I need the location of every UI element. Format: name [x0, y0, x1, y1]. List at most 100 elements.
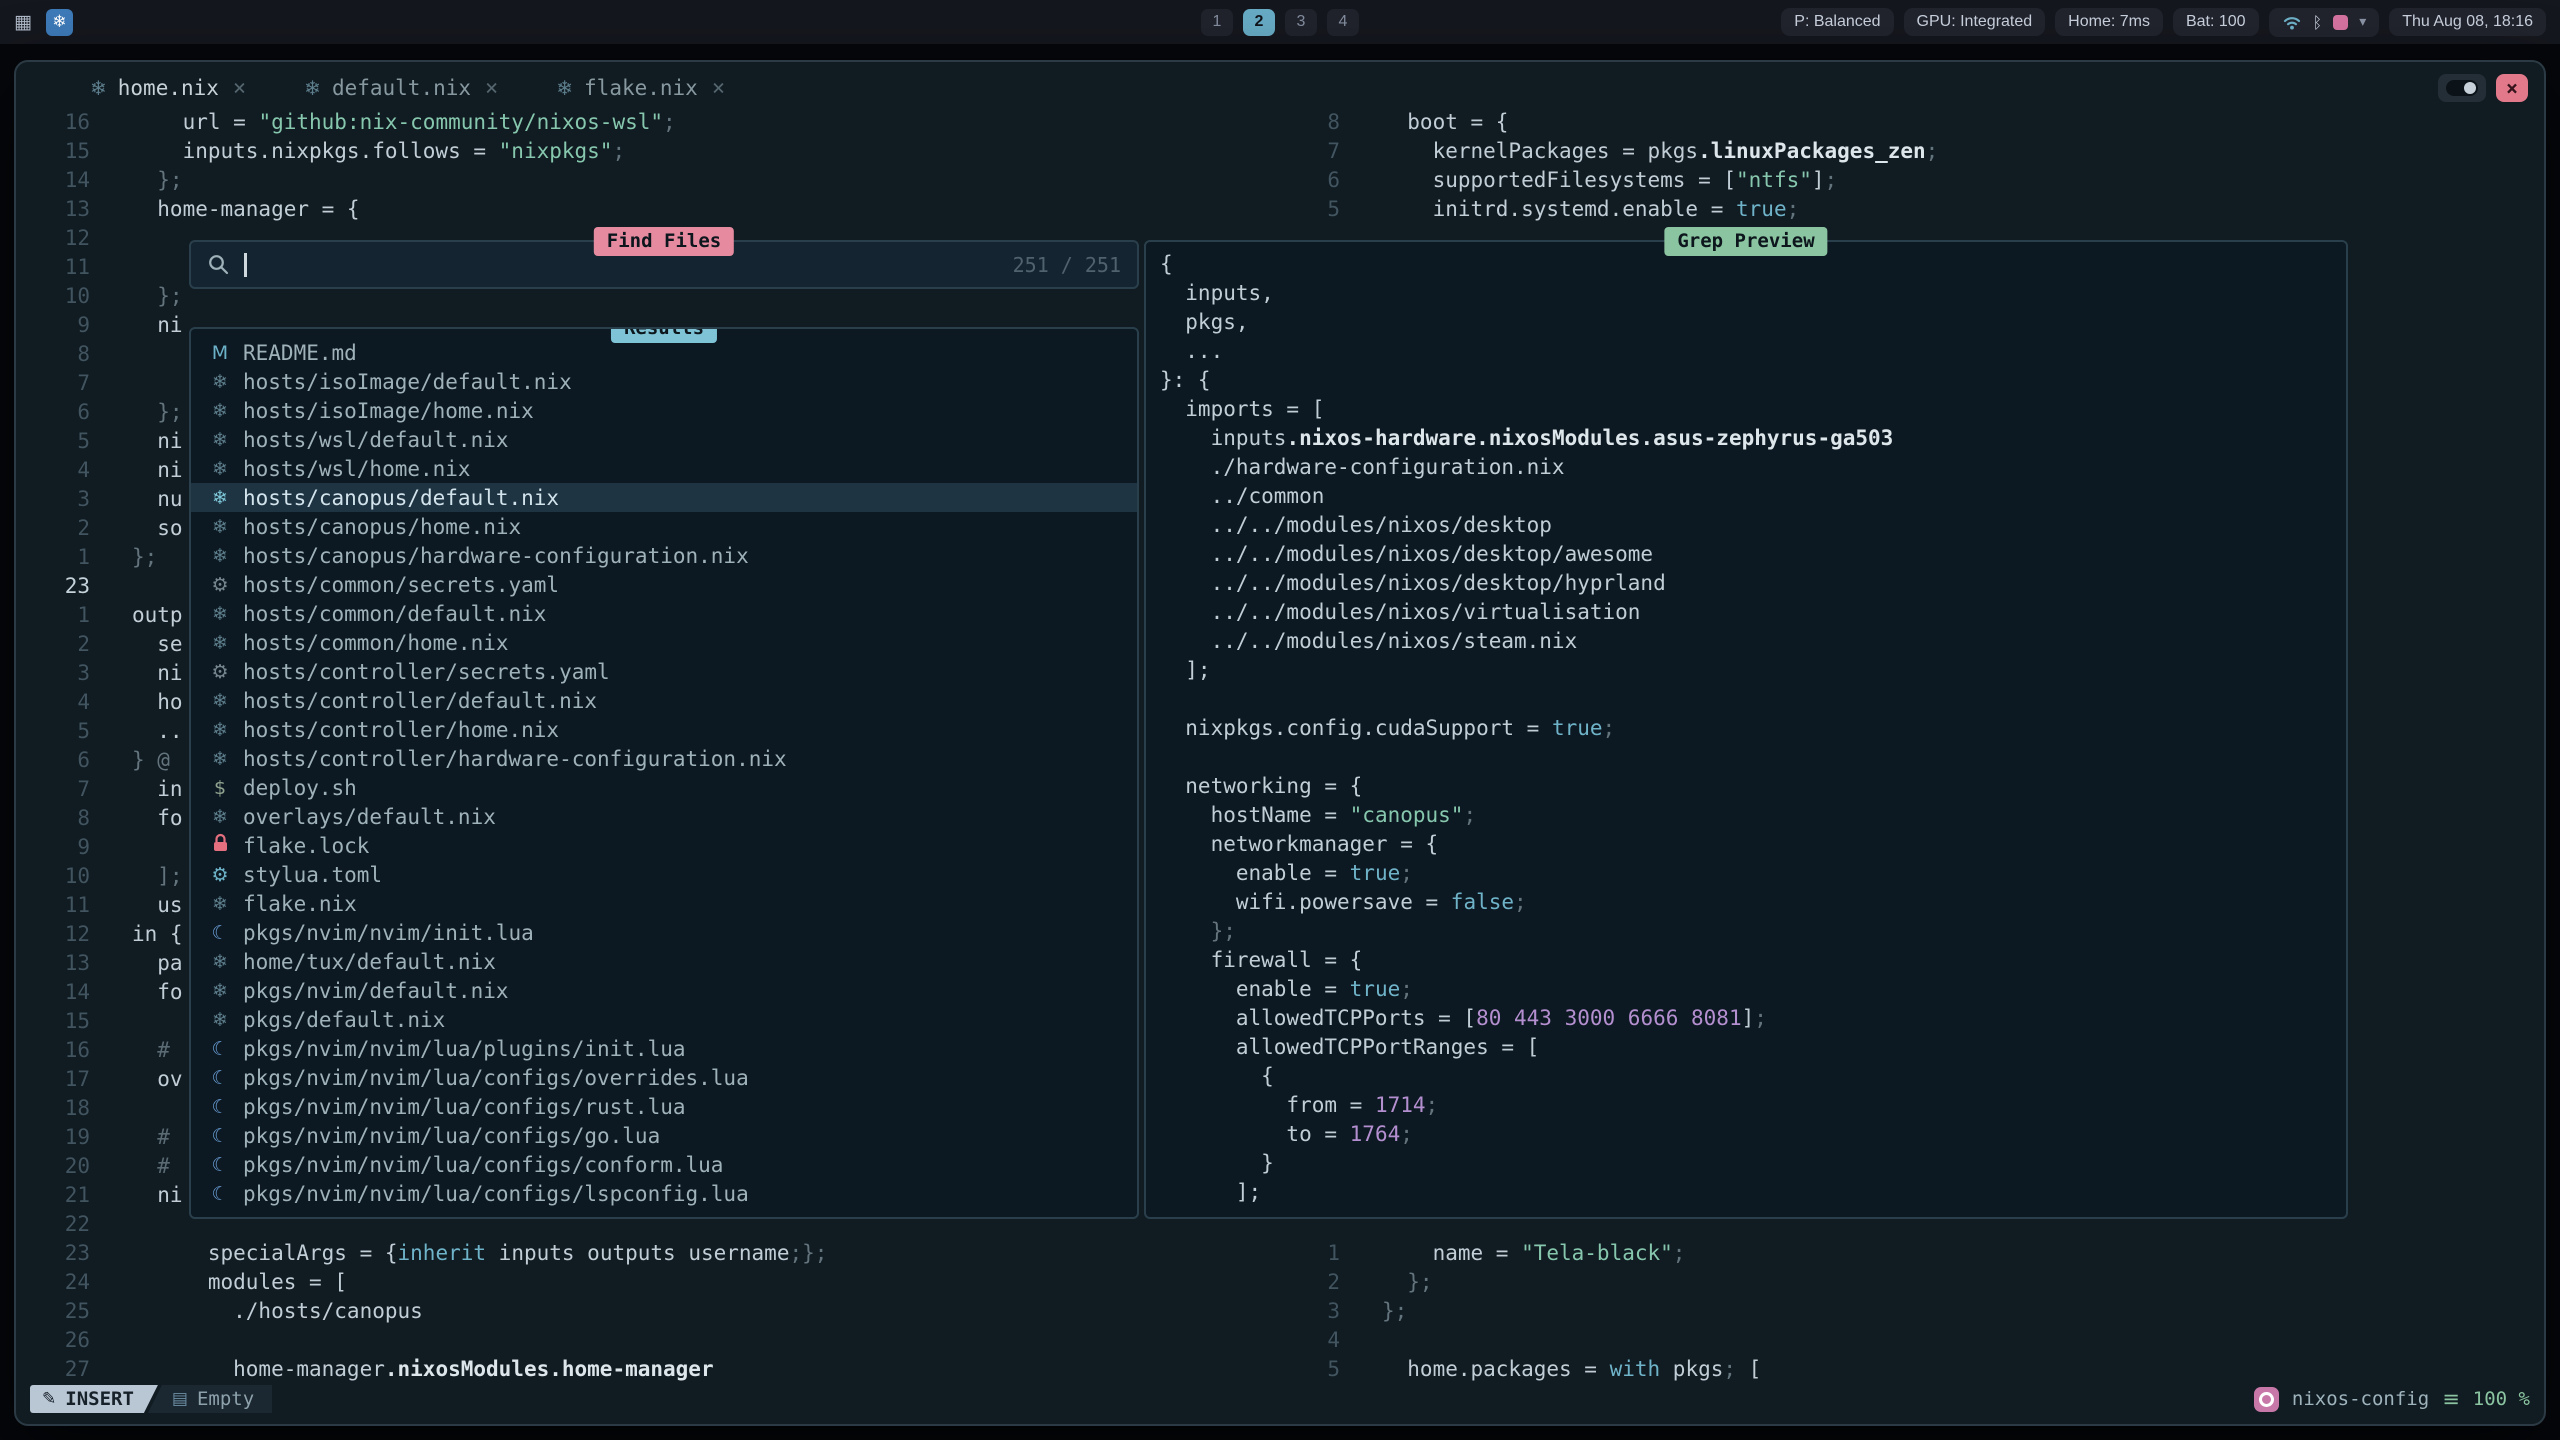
line-number: 13 — [16, 949, 112, 978]
result-row[interactable]: ☾ pkgs/nvim/nvim/lua/plugins/init.lua — [191, 1034, 1137, 1063]
result-row[interactable]: ❄ hosts/canopus/default.nix — [191, 483, 1137, 512]
tab-close-icon[interactable]: × — [712, 76, 725, 101]
preview-line: } — [1148, 1149, 2340, 1178]
distro-logo-icon[interactable]: ❄ — [46, 9, 73, 36]
preview-line-text: }: { — [1148, 366, 1211, 395]
result-row[interactable]: ☾ pkgs/nvim/nvim/lua/configs/overrides.l… — [191, 1063, 1137, 1092]
line-number: 15 — [16, 137, 112, 166]
code-text — [112, 1326, 132, 1355]
code-line[interactable]: 25 ./hosts/canopus — [16, 1297, 1278, 1326]
code-line[interactable]: 14 }; — [16, 166, 1278, 195]
code-line[interactable]: 16 url = "github:nix-community/nixos-wsl… — [16, 108, 1278, 137]
recorder-icon — [2333, 15, 2348, 30]
result-row[interactable]: ❄ hosts/canopus/hardware-configuration.n… — [191, 541, 1137, 570]
result-row[interactable]: ⚙ stylua.toml — [191, 860, 1137, 889]
code-line[interactable]: 13 home-manager = { — [16, 195, 1278, 224]
apps-grid-icon[interactable]: ▦ — [14, 11, 32, 33]
search-box[interactable]: Find Files 251 / 251 — [189, 240, 1139, 289]
result-row[interactable]: ❄ hosts/controller/home.nix — [191, 715, 1137, 744]
code-line[interactable]: 24 modules = [ — [16, 1268, 1278, 1297]
tab-close-icon[interactable]: × — [485, 76, 498, 101]
result-row[interactable]: ⚙ hosts/common/secrets.yaml — [191, 570, 1137, 599]
result-row[interactable]: $ deploy.sh — [191, 773, 1137, 802]
file-name: hosts/controller/home.nix — [243, 718, 559, 742]
workspace-button[interactable]: 2 — [1243, 9, 1275, 36]
editor-tab[interactable]: ❄ home.nix × — [90, 76, 246, 101]
result-row[interactable]: ❄ hosts/common/home.nix — [191, 628, 1137, 657]
result-row[interactable]: ☾ pkgs/nvim/nvim/init.lua — [191, 918, 1137, 947]
code-line[interactable]: 27 home-manager.nixosModules.home-manage… — [16, 1355, 1278, 1384]
window-controls: × — [2438, 74, 2528, 102]
result-row[interactable]: ☾ pkgs/nvim/nvim/lua/configs/conform.lua — [191, 1150, 1137, 1179]
result-row[interactable]: ❄ pkgs/default.nix — [191, 1005, 1137, 1034]
code-line[interactable]: 5 initrd.systemd.enable = true; — [1286, 195, 2544, 224]
result-row[interactable]: ❄ hosts/wsl/home.nix — [191, 454, 1137, 483]
file-type-icon: ❄ — [207, 458, 233, 480]
preview-line-text: ./hardware-configuration.nix — [1148, 453, 1565, 482]
result-row[interactable]: ❄ overlays/default.nix — [191, 802, 1137, 831]
code-line[interactable]: 15 inputs.nixpkgs.follows = "nixpkgs"; — [16, 137, 1278, 166]
window-close-button[interactable]: × — [2496, 74, 2528, 102]
result-row[interactable]: ☾ pkgs/nvim/nvim/lua/configs/go.lua — [191, 1121, 1137, 1150]
line-number: 12 — [16, 920, 112, 949]
tabline: ❄ home.nix × ❄ default.nix × ❄ flake.nix… — [16, 62, 2544, 108]
preview-line-text: enable = true; — [1148, 859, 1413, 888]
result-row[interactable]: ☾ pkgs/nvim/nvim/lua/configs/lspconfig.l… — [191, 1179, 1137, 1208]
result-row[interactable]: ☾ pkgs/nvim/nvim/lua/configs/rust.lua — [191, 1092, 1137, 1121]
file-type-icon — [207, 833, 233, 858]
result-row[interactable]: ❄ hosts/common/default.nix — [191, 599, 1137, 628]
result-row[interactable]: ❄ hosts/controller/default.nix — [191, 686, 1137, 715]
preview-line: { — [1148, 1062, 2340, 1091]
line-number: 19 — [16, 1123, 112, 1152]
code-line[interactable]: 23 specialArgs = {inherit inputs outputs… — [16, 1239, 1278, 1268]
lines-icon: ≡ — [2442, 1387, 2460, 1411]
editor-tab[interactable]: ❄ flake.nix × — [556, 76, 725, 101]
preview-line-text: networkmanager = { — [1148, 830, 1438, 859]
code-line[interactable]: 26 — [16, 1326, 1278, 1355]
result-row[interactable]: ❄ hosts/isoImage/home.nix — [191, 396, 1137, 425]
bar-module: P: Balanced — [1781, 8, 1893, 36]
code-line[interactable]: 8 boot = { — [1286, 108, 2544, 137]
file-name: hosts/wsl/default.nix — [243, 428, 509, 452]
code-text — [112, 833, 132, 862]
code-line[interactable]: 3 }; — [1286, 1297, 2544, 1326]
code-line[interactable]: 7 kernelPackages = pkgs.linuxPackages_ze… — [1286, 137, 2544, 166]
code-text: home.packages = with pkgs; [ — [1362, 1355, 1761, 1384]
code-text: ni — [112, 659, 183, 688]
code-line[interactable]: 1 name = "Tela-black"; — [1286, 1239, 2544, 1268]
code-line[interactable]: 4 — [1286, 1326, 2544, 1355]
preview-line-text: from = 1714; — [1148, 1091, 1438, 1120]
result-row[interactable]: ❄ hosts/controller/hardware-configuratio… — [191, 744, 1137, 773]
preview-line-text: ... — [1148, 337, 1223, 366]
file-type-icon: ❄ — [207, 516, 233, 538]
preview-line-text: ../../modules/nixos/virtualisation — [1148, 598, 1640, 627]
code-line[interactable]: 5 home.packages = with pkgs; [ — [1286, 1355, 2544, 1384]
system-tray[interactable]: ᛒ ▾ — [2269, 8, 2380, 37]
preview-line-text: { — [1148, 1062, 1274, 1091]
line-number: 4 — [16, 456, 112, 485]
file-name: deploy.sh — [243, 776, 357, 800]
toggle-knob — [2464, 82, 2476, 94]
result-row[interactable]: ❄ hosts/isoImage/default.nix — [191, 367, 1137, 396]
file-type-icon: ☾ — [207, 1125, 233, 1147]
editor-tab[interactable]: ❄ default.nix × — [304, 76, 498, 101]
project-icon — [2254, 1387, 2279, 1412]
result-row[interactable]: ⚙ hosts/controller/secrets.yaml — [191, 657, 1137, 686]
workspace-button[interactable]: 4 — [1327, 9, 1359, 36]
tab-close-icon[interactable]: × — [233, 76, 246, 101]
result-row[interactable]: ❄ home/tux/default.nix — [191, 947, 1137, 976]
code-text: inputs.nixpkgs.follows = "nixpkgs"; — [112, 137, 625, 166]
result-row[interactable]: ❄ pkgs/nvim/default.nix — [191, 976, 1137, 1005]
result-row[interactable]: ❄ flake.nix — [191, 889, 1137, 918]
workspace-button[interactable]: 3 — [1285, 9, 1317, 36]
result-row[interactable]: ❄ hosts/canopus/home.nix — [191, 512, 1137, 541]
workspace-button[interactable]: 1 — [1201, 9, 1233, 36]
code-line[interactable]: 6 supportedFilesystems = ["ntfs"]; — [1286, 166, 2544, 195]
preview-line-text: ../../modules/nixos/steam.nix — [1148, 627, 1577, 656]
code-line[interactable]: 2 }; — [1286, 1268, 2544, 1297]
pin-toggle[interactable] — [2438, 74, 2486, 102]
preview-line — [1148, 743, 2340, 772]
result-row[interactable]: flake.lock — [191, 831, 1137, 860]
code-text: ov — [112, 1065, 183, 1094]
result-row[interactable]: ❄ hosts/wsl/default.nix — [191, 425, 1137, 454]
